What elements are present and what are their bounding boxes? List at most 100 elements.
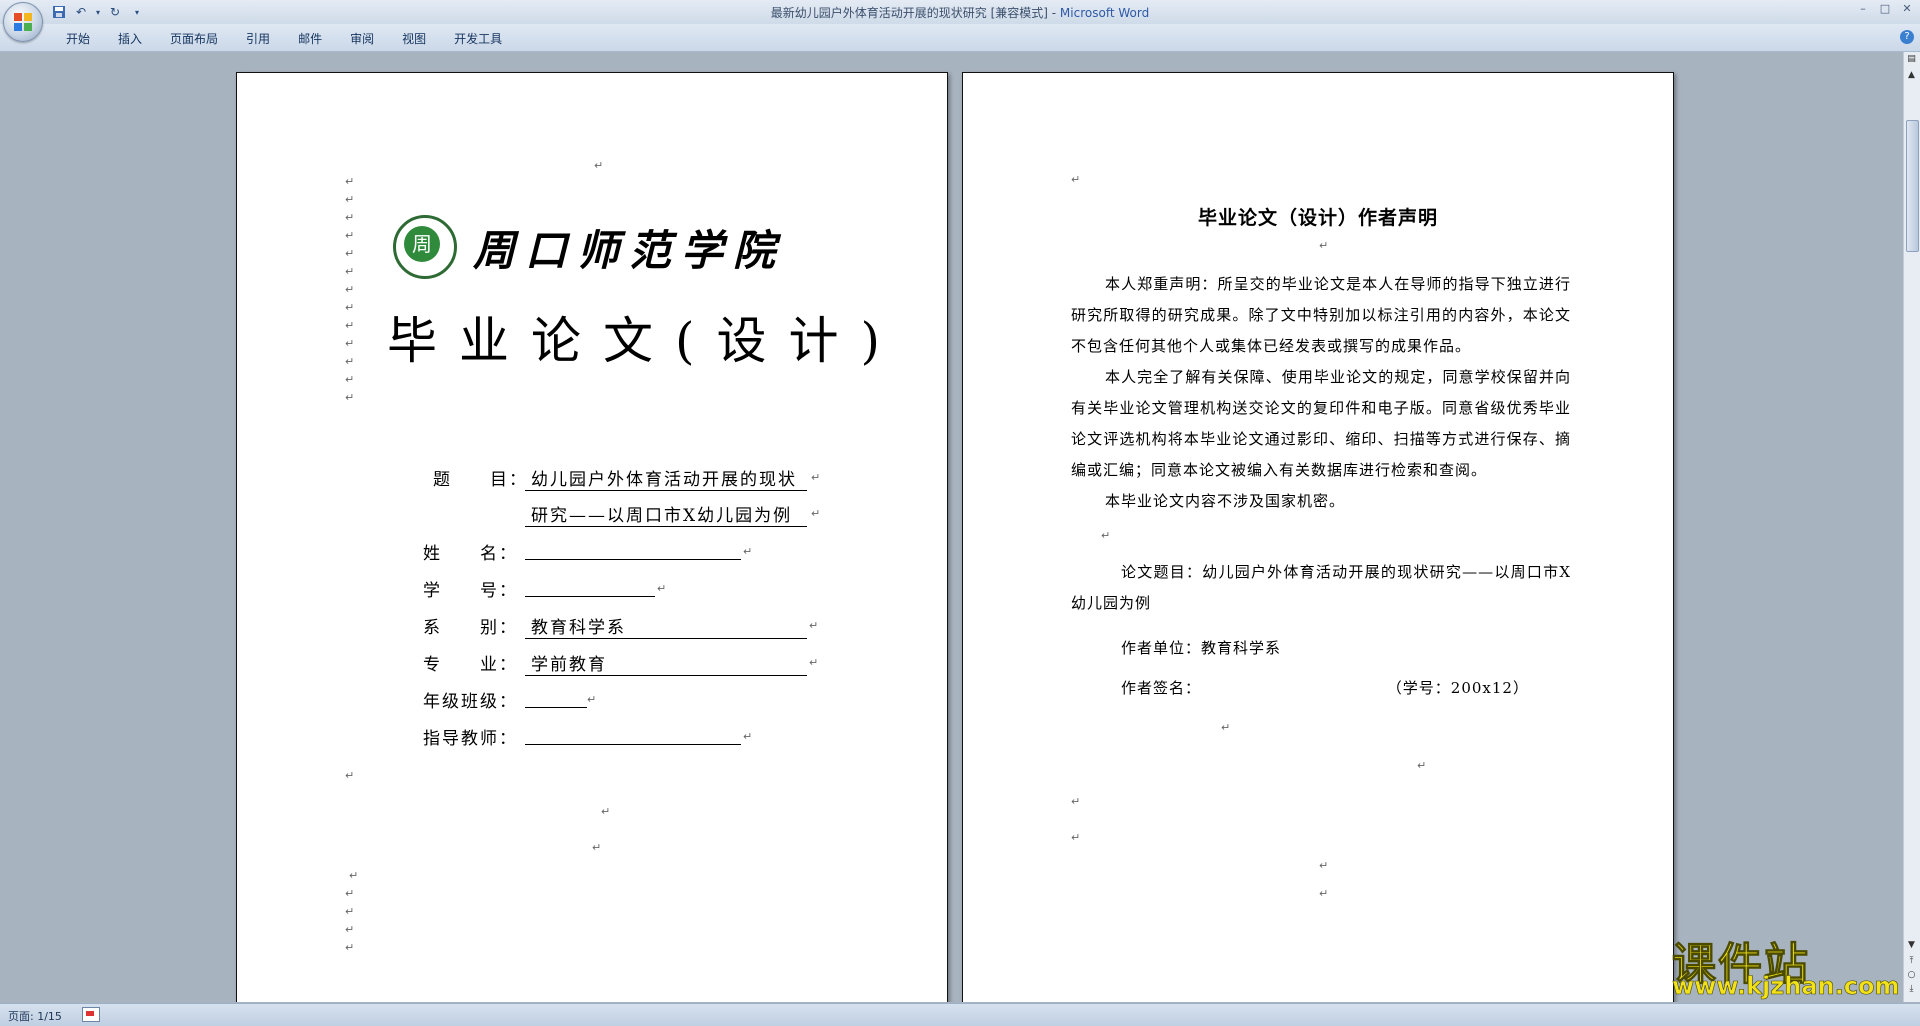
paragraph-mark: ↵ <box>345 175 355 188</box>
paragraph-mark: ↵ <box>345 283 355 296</box>
previous-page-icon[interactable]: ⤒ <box>1905 956 1918 970</box>
paragraph-mark: ↵ <box>345 373 355 386</box>
paragraph-mark: ↵ <box>345 229 355 242</box>
scroll-up-icon[interactable]: ▲ <box>1905 70 1918 84</box>
paragraph-mark: ↵ <box>1319 859 1329 872</box>
paragraph-mark: ↵ <box>592 841 602 854</box>
paragraph-mark: ↵ <box>1417 759 1427 772</box>
app-name: Microsoft Word <box>1059 6 1150 20</box>
paragraph-mark: ↵ <box>594 159 604 172</box>
status-bar: 页面: 1/15 <box>0 1003 1920 1026</box>
minimize-button[interactable]: – <box>1856 2 1870 15</box>
paragraph-mark: ↵ <box>345 247 355 260</box>
next-page-icon[interactable]: ⤓ <box>1905 984 1918 998</box>
paragraph-mark: ↵ <box>743 730 753 743</box>
student-id-label: 学 号： <box>423 581 518 601</box>
tab-insert[interactable]: 插入 <box>104 30 156 47</box>
class-label: 年级班级： <box>423 692 518 712</box>
author-unit: 作者单位：教育科学系 <box>1071 633 1571 664</box>
watermark-url: www.kjzhan.com <box>1672 972 1900 1001</box>
paragraph-mark: ↵ <box>345 265 355 278</box>
paragraph-mark: ↵ <box>345 355 355 368</box>
name-field[interactable] <box>525 539 741 560</box>
office-button[interactable] <box>3 2 43 42</box>
seal-char: 周 <box>404 226 440 262</box>
topic-label: 题 目： <box>433 470 528 490</box>
paragraph-mark: ↵ <box>811 507 821 520</box>
paragraph-mark: ↵ <box>743 545 753 558</box>
paragraph-mark: ↵ <box>809 656 819 669</box>
author-sign-label: 作者签名： <box>1121 679 1202 697</box>
name-label: 姓 名： <box>423 544 518 564</box>
tab-references[interactable]: 引用 <box>232 30 284 47</box>
topic-line-2: 研究——以周口市X幼儿园为例 <box>525 501 807 527</box>
document-title: 最新幼儿园户外体育活动开展的现状研究 [兼容模式] - <box>770 6 1060 20</box>
tab-page-layout[interactable]: 页面布局 <box>156 30 232 47</box>
advisor-field[interactable] <box>525 724 741 745</box>
topic-line-1: 幼儿园户外体育活动开展的现状 <box>525 465 807 491</box>
paragraph-mark: ↵ <box>1221 721 1231 734</box>
college-seal-logo: 周 <box>393 215 457 279</box>
office-logo-icon <box>14 13 32 31</box>
student-id-field[interactable] <box>525 576 655 597</box>
site-watermark: 课件站 www.kjzhan.com <box>1672 928 1902 1001</box>
document-page-2[interactable]: ↵ 毕业论文（设计）作者声明 ↵ 本人郑重声明：所呈交的毕业论文是本人在导师的指… <box>962 72 1674 1002</box>
window-title: 最新幼儿园户外体育活动开展的现状研究 [兼容模式] - Microsoft Wo… <box>0 4 1920 21</box>
scroll-down-icon[interactable]: ▼ <box>1905 940 1918 954</box>
paragraph-mark: ↵ <box>657 582 667 595</box>
paragraph-mark: ↵ <box>345 319 355 332</box>
college-name: 周口师范学院 <box>473 226 786 275</box>
proofing-icon[interactable] <box>82 1007 100 1022</box>
vertical-scrollbar[interactable]: ▤ ▲ ▼ ⤒ ○ ⤓ <box>1903 52 1920 1002</box>
paragraph-mark: ↵ <box>1319 887 1329 900</box>
paragraph-mark: ↵ <box>1071 831 1081 844</box>
ruler-toggle-icon[interactable]: ▤ <box>1905 54 1918 68</box>
major-label: 专 业： <box>423 655 518 675</box>
paragraph-mark: ↵ <box>345 193 355 206</box>
paragraph-mark: ↵ <box>809 619 819 632</box>
tab-home[interactable]: 开始 <box>52 30 104 47</box>
ribbon-tabs: 开始 插入 页面布局 引用 邮件 审阅 视图 开发工具 <box>52 30 516 47</box>
close-button[interactable]: ✕ <box>1900 2 1914 15</box>
class-field[interactable] <box>525 687 587 708</box>
paragraph-mark: ↵ <box>1071 173 1081 186</box>
paragraph-mark: ↵ <box>345 887 355 900</box>
thesis-title: 毕业论文(设计) <box>387 312 903 370</box>
select-browse-object-icon[interactable]: ○ <box>1905 970 1918 984</box>
paragraph-mark: ↵ <box>345 337 355 350</box>
paragraph-mark: ↵ <box>587 693 597 706</box>
paragraph-mark: ↵ <box>345 391 355 404</box>
document-page-1[interactable]: ↵ ↵ ↵ ↵ ↵ ↵ ↵ ↵ ↵ ↵ ↵ ↵ ↵ ↵ 周 周口师范学院 毕业论… <box>236 72 948 1002</box>
document-workspace: ↵ ↵ ↵ ↵ ↵ ↵ ↵ ↵ ↵ ↵ ↵ ↵ ↵ ↵ 周 周口师范学院 毕业论… <box>0 52 1904 1002</box>
declaration-body: 本人郑重声明：所呈交的毕业论文是本人在导师的指导下独立进行研究所取得的研究成果。… <box>1071 269 1571 517</box>
paragraph-mark: ↵ <box>345 301 355 314</box>
paragraph-mark: ↵ <box>811 471 821 484</box>
student-number: （学号：200x12） <box>1386 679 1529 697</box>
department-field[interactable]: 教育科学系 <box>525 613 807 639</box>
author-unit-text: 作者单位：教育科学系 <box>1121 639 1282 657</box>
paragraph-mark: ↵ <box>345 905 355 918</box>
paragraph-mark: ↵ <box>349 869 359 882</box>
declaration-paragraph-3: 本毕业论文内容不涉及国家机密。 <box>1105 492 1346 510</box>
advisor-label: 指导教师： <box>423 729 518 749</box>
paragraph-mark: ↵ <box>345 211 355 224</box>
tab-view[interactable]: 视图 <box>388 30 440 47</box>
paragraph-mark: ↵ <box>1071 795 1081 808</box>
declaration-paragraph-2: 本人完全了解有关保障、使用毕业论文的规定，同意学校保留并向有关毕业论文管理机构送… <box>1071 368 1571 479</box>
window-controls: – □ ✕ <box>1856 2 1914 15</box>
thesis-topic-text: 论文题目：幼儿园户外体育活动开展的现状研究——以周口市X幼儿园为例 <box>1071 563 1571 612</box>
paragraph-mark: ↵ <box>345 769 355 782</box>
tab-review[interactable]: 审阅 <box>336 30 388 47</box>
maximize-button[interactable]: □ <box>1878 2 1892 15</box>
major-field[interactable]: 学前教育 <box>525 650 807 676</box>
tab-mailings[interactable]: 邮件 <box>284 30 336 47</box>
scrollbar-thumb[interactable] <box>1906 120 1919 252</box>
paragraph-mark: ↵ <box>1319 239 1329 252</box>
page-indicator[interactable]: 页面: 1/15 <box>8 1008 62 1024</box>
help-icon[interactable]: ? <box>1900 30 1914 44</box>
paragraph-mark: ↵ <box>1101 529 1111 542</box>
title-bar: ↶ ▾ ↻ ▾ 最新幼儿园户外体育活动开展的现状研究 [兼容模式] - Micr… <box>0 0 1920 42</box>
tab-developer[interactable]: 开发工具 <box>440 30 516 47</box>
declaration-title: 毕业论文（设计）作者声明 <box>1197 207 1438 229</box>
author-sign-row: 作者签名： （学号：200x12） <box>1071 673 1571 704</box>
